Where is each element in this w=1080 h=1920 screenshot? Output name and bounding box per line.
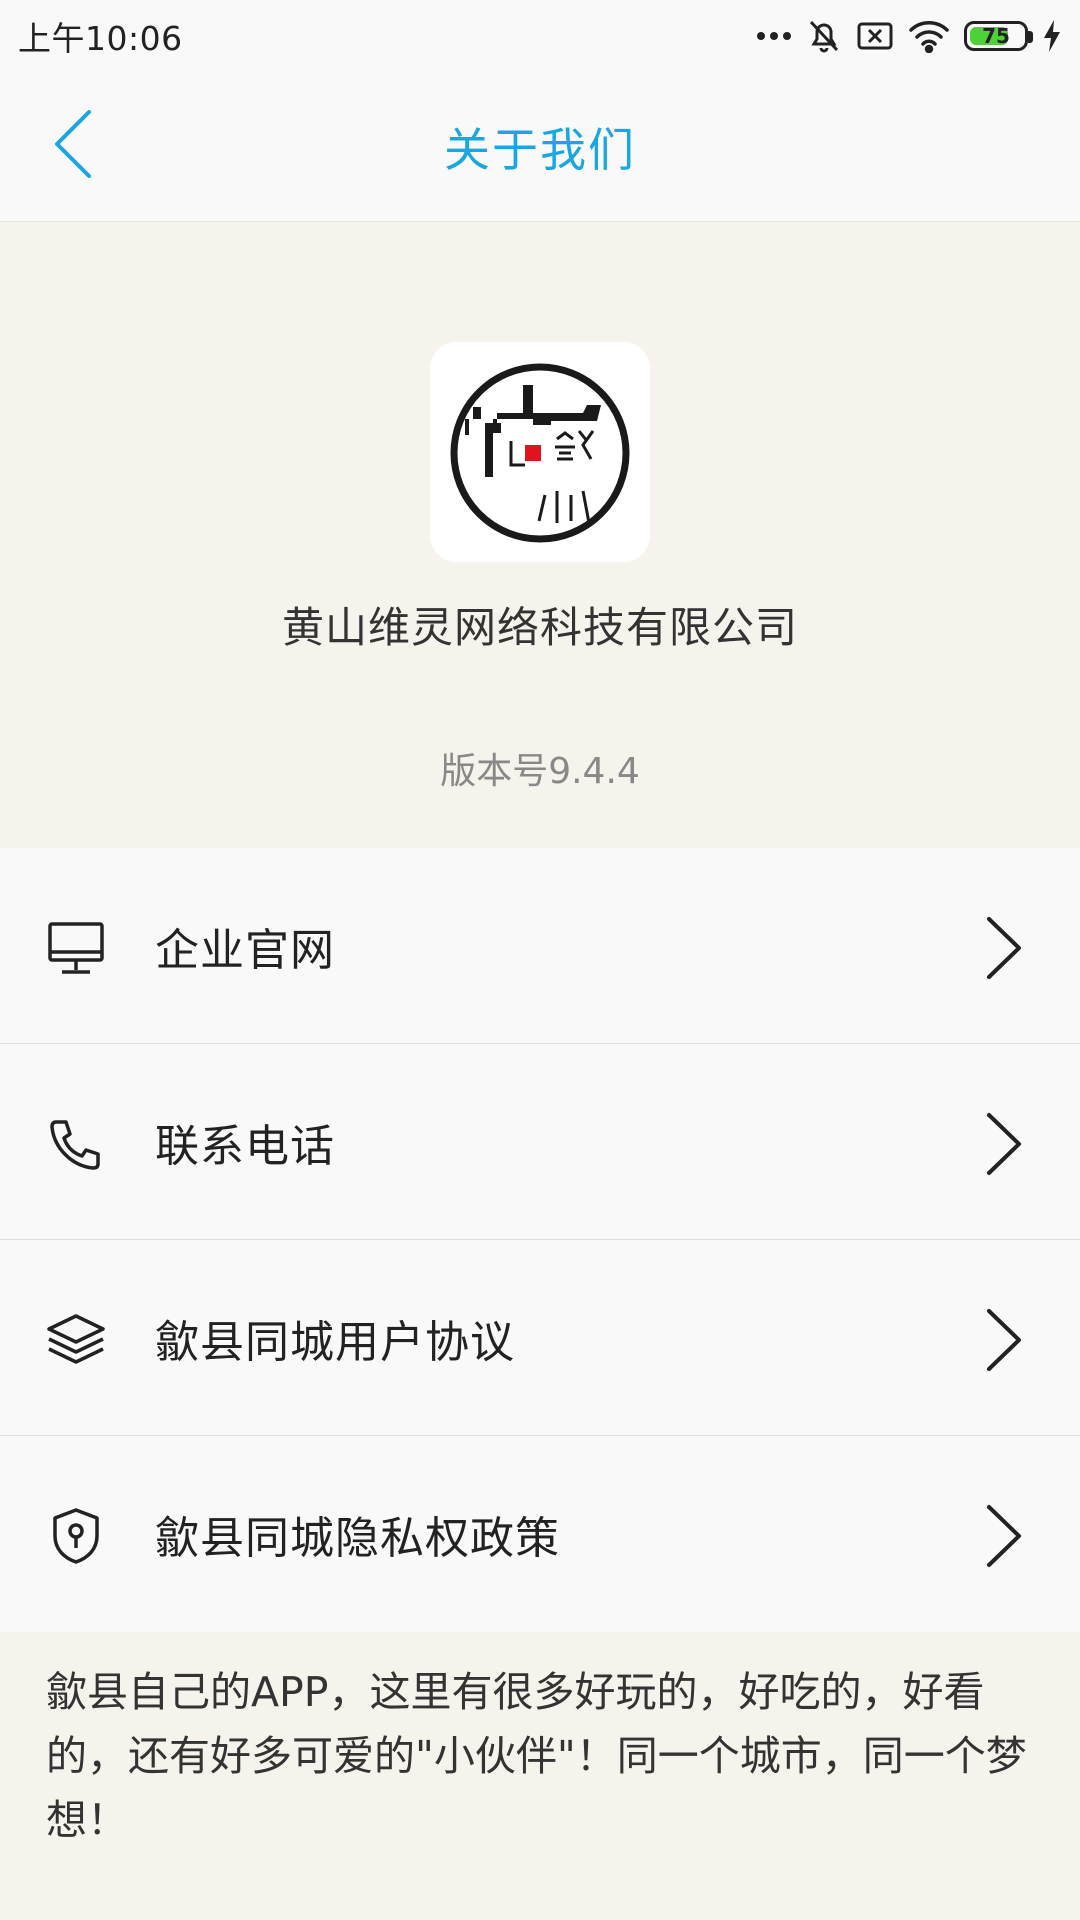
menu-item-label: 歙县同城用户协议 — [155, 1316, 515, 1368]
status-icons: 75 — [756, 18, 1062, 54]
chevron-right-icon — [978, 1504, 1028, 1568]
battery-icon: 75 — [964, 21, 1033, 51]
layers-icon — [44, 1308, 108, 1372]
version-number: 版本号9.4.4 — [440, 751, 640, 792]
status-bar: 上午10:06 75 — [0, 0, 1080, 72]
company-name: 黄山维灵网络科技有限公司 — [281, 603, 798, 652]
menu-item-privacy-policy[interactable]: 歙县同城隐私权政策 — [0, 1436, 1080, 1632]
menu-item-official-website[interactable]: 企业官网 — [0, 848, 1080, 1044]
page-title: 关于我们 — [444, 123, 636, 177]
title-bar: 关于我们 — [0, 72, 1080, 222]
monitor-icon — [44, 916, 108, 980]
more-dots-icon — [756, 30, 792, 42]
battery-level: 75 — [982, 24, 1010, 48]
chevron-right-icon — [978, 916, 1028, 980]
shield-icon — [44, 1504, 108, 1568]
status-time: 上午10:06 — [18, 19, 183, 58]
menu-item-label: 联系电话 — [155, 1120, 335, 1172]
app-description: 歙县自己的APP，这里有很多好玩的，好吃的，好看的，还有好多可爱的"小伙伴"！同… — [46, 1668, 1027, 1844]
menu-item-label: 企业官网 — [155, 924, 335, 976]
about-menu-list: 企业官网 联系电话 歙县同城用户协议 歙县同城隐私权政策 — [0, 848, 1080, 1632]
app-logo-image — [450, 363, 630, 543]
chevron-right-icon — [978, 1112, 1028, 1176]
about-header: 黄山维灵网络科技有限公司 版本号9.4.4 — [0, 222, 1080, 848]
app-logo — [430, 342, 650, 562]
mute-bell-icon — [806, 18, 842, 54]
wifi-icon — [908, 19, 950, 53]
charging-bolt-icon — [1042, 19, 1062, 53]
phone-icon — [44, 1112, 108, 1176]
menu-item-label: 歙县同城隐私权政策 — [155, 1513, 560, 1564]
menu-item-contact-phone[interactable]: 联系电话 — [0, 1044, 1080, 1240]
sim-error-icon — [856, 20, 894, 52]
chevron-right-icon — [978, 1308, 1028, 1372]
menu-item-user-agreement[interactable]: 歙县同城用户协议 — [0, 1240, 1080, 1436]
